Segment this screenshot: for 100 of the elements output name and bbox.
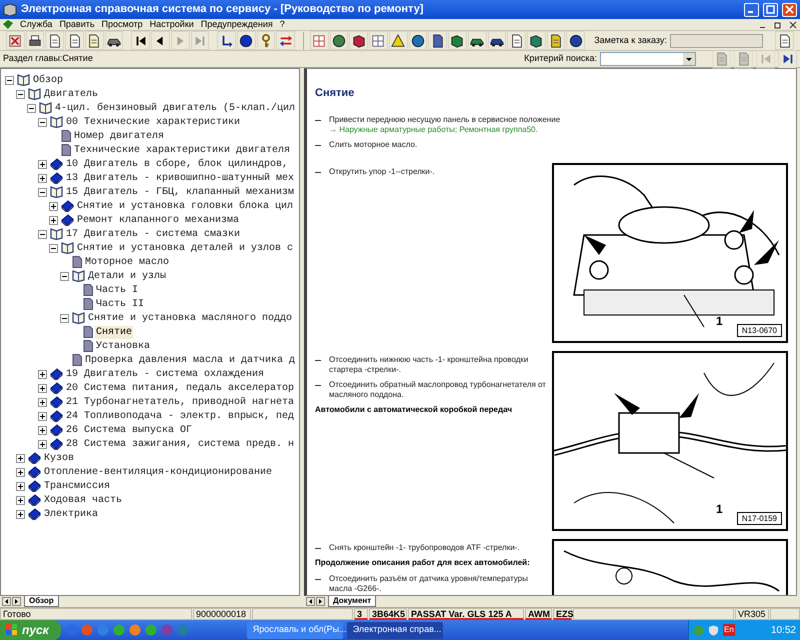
pencil-page-button[interactable] — [65, 31, 84, 50]
window-button[interactable] — [775, 31, 794, 50]
minimize-button[interactable] — [744, 2, 759, 16]
grid-button[interactable] — [310, 31, 329, 50]
tree-item[interactable]: Моторное масло — [84, 256, 170, 268]
menu-item[interactable]: Настройки — [150, 19, 194, 30]
windows-logo-icon — [6, 624, 18, 636]
tree-item[interactable]: 28 Система зажигания, система предв. н — [65, 438, 296, 450]
info-button[interactable] — [236, 31, 256, 50]
tree-item[interactable]: 24 Топливоподача - электр. впрыск, пед — [65, 410, 296, 422]
scroll-right-icon[interactable] — [316, 597, 325, 606]
open-book-icon — [61, 242, 74, 254]
dash-icon — [315, 142, 321, 148]
pages-icon — [87, 34, 102, 48]
tree-item[interactable]: Трансмиссия — [43, 480, 112, 492]
tree-item[interactable]: 20 Система питания, педаль акселератор — [65, 382, 296, 394]
tree-item[interactable]: Детали и узлы — [87, 270, 168, 282]
tree-item[interactable]: Отопление-вентиляция-кондиционирование — [43, 466, 274, 478]
reference-link[interactable]: → Наружные арматурные работы; Ремонтная группа50. — [329, 124, 560, 134]
car-button[interactable] — [104, 31, 124, 50]
taskbar-button[interactable]: Электронная справ... — [346, 622, 443, 638]
tree-item[interactable]: Ремонт клапанного механизма — [76, 214, 240, 226]
pencil-page-icon — [68, 34, 82, 48]
closed-book-icon — [50, 172, 63, 184]
film-button[interactable] — [369, 31, 388, 50]
restore-icon[interactable] — [774, 20, 782, 28]
scroll-right-icon[interactable] — [12, 597, 21, 606]
dash-icon — [315, 576, 321, 582]
open-book-icon — [39, 102, 52, 114]
key-button[interactable] — [256, 31, 276, 50]
dash-icon — [315, 546, 321, 552]
tree-item[interactable]: 4-цил. бензиновый двигатель (5-клап./цил — [54, 102, 296, 114]
tree-item[interactable]: Двигатель — [43, 88, 100, 100]
tree-item[interactable]: Ходовая часть — [43, 494, 124, 506]
maximize-icon — [766, 5, 775, 14]
tree-item[interactable]: 15 Двигатель - ГБЦ, клапанный механизм — [65, 186, 296, 198]
search-criteria-dropdown[interactable] — [600, 52, 696, 66]
start-button[interactable]: пуск — [0, 620, 61, 640]
tree-item[interactable]: Снятие и установка масляного поддо — [87, 312, 294, 324]
tree-item[interactable]: Часть II — [95, 298, 146, 310]
globe-button[interactable] — [566, 31, 586, 50]
scroll-left-icon[interactable] — [2, 597, 11, 606]
tree-item[interactable]: 19 Двигатель - система охлаждения — [65, 368, 266, 380]
subsection-heading: Продолжение описания работ для всех автомобилей: — [315, 558, 531, 568]
truck-button[interactable] — [488, 31, 506, 50]
book-button[interactable] — [527, 31, 546, 50]
tree-item[interactable]: 21 Турбонагнетатель, приводной нагнета — [65, 396, 296, 408]
previous-button[interactable] — [151, 31, 170, 50]
tree-item[interactable]: 17 Двигатель - система смазки — [65, 228, 242, 240]
tree-item[interactable]: Часть I — [95, 284, 140, 296]
exit-button[interactable] — [6, 31, 25, 50]
window-icon — [778, 34, 792, 48]
globe-button[interactable] — [408, 31, 428, 50]
tree-item[interactable]: Технические характеристики двигателя — [73, 144, 292, 156]
close-button[interactable] — [782, 2, 797, 16]
overview-tab[interactable]: Обзор — [24, 596, 59, 607]
tree-item[interactable]: Кузов — [43, 452, 76, 464]
menu-item[interactable]: Править — [59, 19, 95, 30]
closed-book-icon — [28, 466, 41, 478]
scroll-left-icon[interactable] — [306, 597, 315, 606]
tree-item[interactable]: Снятие и установка головки блока цил — [76, 200, 294, 212]
menu-item[interactable]: Просмотр — [102, 19, 143, 30]
page-button[interactable] — [45, 31, 64, 50]
tree-item[interactable]: Проверка давления масла и датчика д — [84, 354, 296, 366]
tree-item[interactable]: Номер двигателя — [73, 130, 166, 142]
close-icon[interactable] — [789, 20, 797, 28]
exit-icon — [8, 34, 22, 48]
monitor-button[interactable] — [428, 31, 448, 50]
tree-item[interactable]: 10 Двигатель в сборе, блок цилиндров, — [65, 158, 290, 170]
document-tab[interactable]: Документ — [328, 596, 376, 607]
tree-item[interactable]: Снятие и установка деталей и узлов с — [76, 242, 294, 254]
menu-item[interactable]: Служба — [20, 19, 52, 30]
menu-item[interactable]: ? — [280, 19, 285, 30]
expand-button[interactable] — [778, 50, 797, 68]
order-note-field[interactable] — [670, 34, 764, 48]
tree-item[interactable]: 00 Технические характеристики — [65, 116, 242, 128]
maximize-button[interactable] — [763, 2, 778, 16]
page-icon — [72, 354, 82, 366]
tree-item[interactable]: Установка — [95, 340, 152, 352]
printer-button[interactable] — [26, 31, 44, 50]
tree-item[interactable]: 26 Система выпуска ОГ — [65, 424, 194, 436]
book-button[interactable] — [349, 31, 368, 50]
tree-item[interactable]: Электрика — [43, 508, 100, 520]
dash-icon — [315, 382, 321, 388]
checklist-button[interactable] — [507, 31, 526, 50]
menu-item[interactable]: Предупреждения — [200, 19, 273, 30]
swap-arrows-button[interactable] — [276, 31, 296, 50]
instruction-text: Слить моторное масло. — [329, 140, 418, 150]
book-button[interactable] — [448, 31, 467, 50]
tree-item[interactable]: Снятие — [95, 326, 134, 338]
tree-item[interactable]: Обзор — [32, 74, 64, 86]
return-arrow-button[interactable] — [217, 31, 236, 50]
pages-button[interactable] — [84, 31, 104, 50]
language-indicator[interactable]: En — [723, 624, 735, 636]
tree-item[interactable]: 13 Двигатель - кривошипно-шатунный мех — [65, 172, 296, 184]
first-button[interactable] — [131, 31, 150, 50]
warning-button[interactable] — [388, 31, 408, 50]
person-button[interactable] — [330, 31, 348, 50]
car-button[interactable] — [468, 31, 487, 50]
help-button[interactable] — [546, 31, 566, 50]
